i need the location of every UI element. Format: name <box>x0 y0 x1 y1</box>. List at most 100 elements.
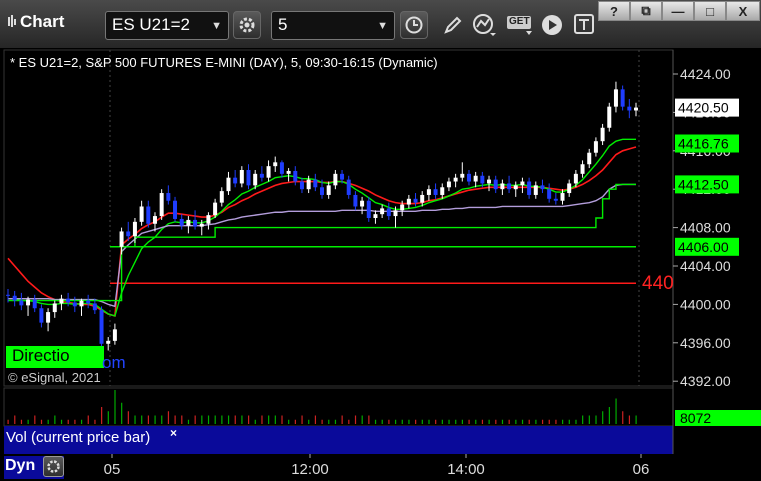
volume-bar <box>515 419 517 424</box>
volume-bar <box>288 419 290 424</box>
candle-body <box>500 183 505 190</box>
volume-bar <box>34 415 36 424</box>
volume-bar <box>381 419 383 424</box>
candle-body <box>233 177 238 184</box>
candle-body <box>634 107 638 111</box>
volume-bar <box>54 415 56 424</box>
volume-bar <box>334 419 337 424</box>
volume-bar <box>541 419 544 424</box>
volume-bar <box>94 419 96 424</box>
candle-body <box>66 298 71 303</box>
candle-body <box>159 193 164 217</box>
candle-body <box>132 221 137 237</box>
volume-bar <box>194 415 196 424</box>
candle-body <box>340 173 345 180</box>
x-tick-label: 14:00 <box>447 461 485 478</box>
volume-tag-label: 8072 <box>680 410 711 426</box>
volume-bar <box>301 415 303 424</box>
price-chart[interactable]: 4424.004420.004416.004412.004408.004404.… <box>0 0 761 481</box>
volume-bar <box>615 398 617 424</box>
volume-bar <box>187 419 190 424</box>
volume-bar <box>201 415 203 424</box>
candle-body <box>46 312 51 323</box>
close-icon[interactable]: × <box>170 426 177 440</box>
volume-bar <box>635 415 637 424</box>
candle-body <box>346 179 351 195</box>
candle-body <box>299 181 304 190</box>
candle-body <box>420 194 425 203</box>
y-tick-label: 4400.00 <box>680 296 731 312</box>
candle-body <box>146 206 151 224</box>
candle-body <box>593 141 598 153</box>
volume-bar <box>221 415 223 424</box>
candle-body <box>507 183 512 190</box>
candle-body <box>440 187 445 195</box>
dynamic-settings-button[interactable] <box>43 456 64 477</box>
volume-bar <box>568 419 570 424</box>
volume-bar <box>521 419 524 424</box>
volume-bar <box>394 419 397 424</box>
candle-body <box>453 177 458 182</box>
direction-link[interactable]: om <box>102 353 126 373</box>
volume-bar <box>368 415 370 424</box>
volume-bar <box>127 411 129 424</box>
candle-body <box>473 175 478 182</box>
volume-bar <box>207 415 210 424</box>
candle-body <box>293 170 298 182</box>
volume-bar <box>141 415 143 424</box>
candle-body <box>540 185 545 190</box>
x-tick-label: 12:00 <box>291 461 329 478</box>
chart-legend: * ES U21=2, S&P 500 FUTURES E-MINI (DAY)… <box>10 55 438 70</box>
volume-bar <box>20 419 23 424</box>
candle-body <box>400 204 405 211</box>
candle-body <box>493 179 498 190</box>
candle-body <box>373 214 378 218</box>
candle-body <box>353 194 358 207</box>
volume-bar <box>562 419 564 424</box>
volume-bar <box>308 419 310 424</box>
candle-body <box>393 210 398 217</box>
candle-body <box>253 173 258 186</box>
candle-body <box>413 198 418 203</box>
candle-body <box>446 181 451 188</box>
candle-body <box>12 295 17 301</box>
volume-bar <box>321 419 323 424</box>
volume-bar <box>588 415 590 424</box>
price-tag-label: 4416.76 <box>678 136 729 152</box>
volume-bar <box>555 419 557 424</box>
volume-bar <box>488 419 490 424</box>
volume-bar <box>428 419 430 424</box>
volume-bar <box>114 390 116 424</box>
volume-bar <box>475 419 477 424</box>
volume-bar <box>528 419 530 424</box>
volume-bar <box>134 415 136 424</box>
volume-bar <box>87 415 89 424</box>
volume-bar <box>261 415 263 424</box>
copyright-text: © eSignal, 2021 <box>8 370 101 385</box>
volume-study-label[interactable]: Vol (current price bar) <box>6 429 150 446</box>
candle-body <box>19 300 24 306</box>
volume-bar <box>27 419 29 424</box>
candle-body <box>627 106 632 111</box>
volume-bar <box>468 419 470 424</box>
candle-body <box>119 231 124 247</box>
volume-bar <box>121 402 123 424</box>
y-tick-label: 4424.00 <box>680 66 731 82</box>
candle-body <box>72 302 77 307</box>
candle-body <box>380 208 385 215</box>
direction-label: Directio <box>12 346 70 365</box>
candle-body <box>527 181 532 195</box>
candle-body <box>547 189 552 199</box>
candle-body <box>620 89 625 107</box>
volume-bar <box>401 419 403 424</box>
candle-body <box>112 329 117 341</box>
volume-bar <box>67 419 69 424</box>
volume-bar <box>248 415 250 424</box>
candle-body <box>92 303 97 311</box>
volume-bar <box>341 415 343 424</box>
candle-body <box>99 310 104 344</box>
candle-body <box>106 340 111 344</box>
candle-body <box>246 170 251 186</box>
volume-bar <box>461 419 463 424</box>
volume-panel <box>3 387 674 427</box>
